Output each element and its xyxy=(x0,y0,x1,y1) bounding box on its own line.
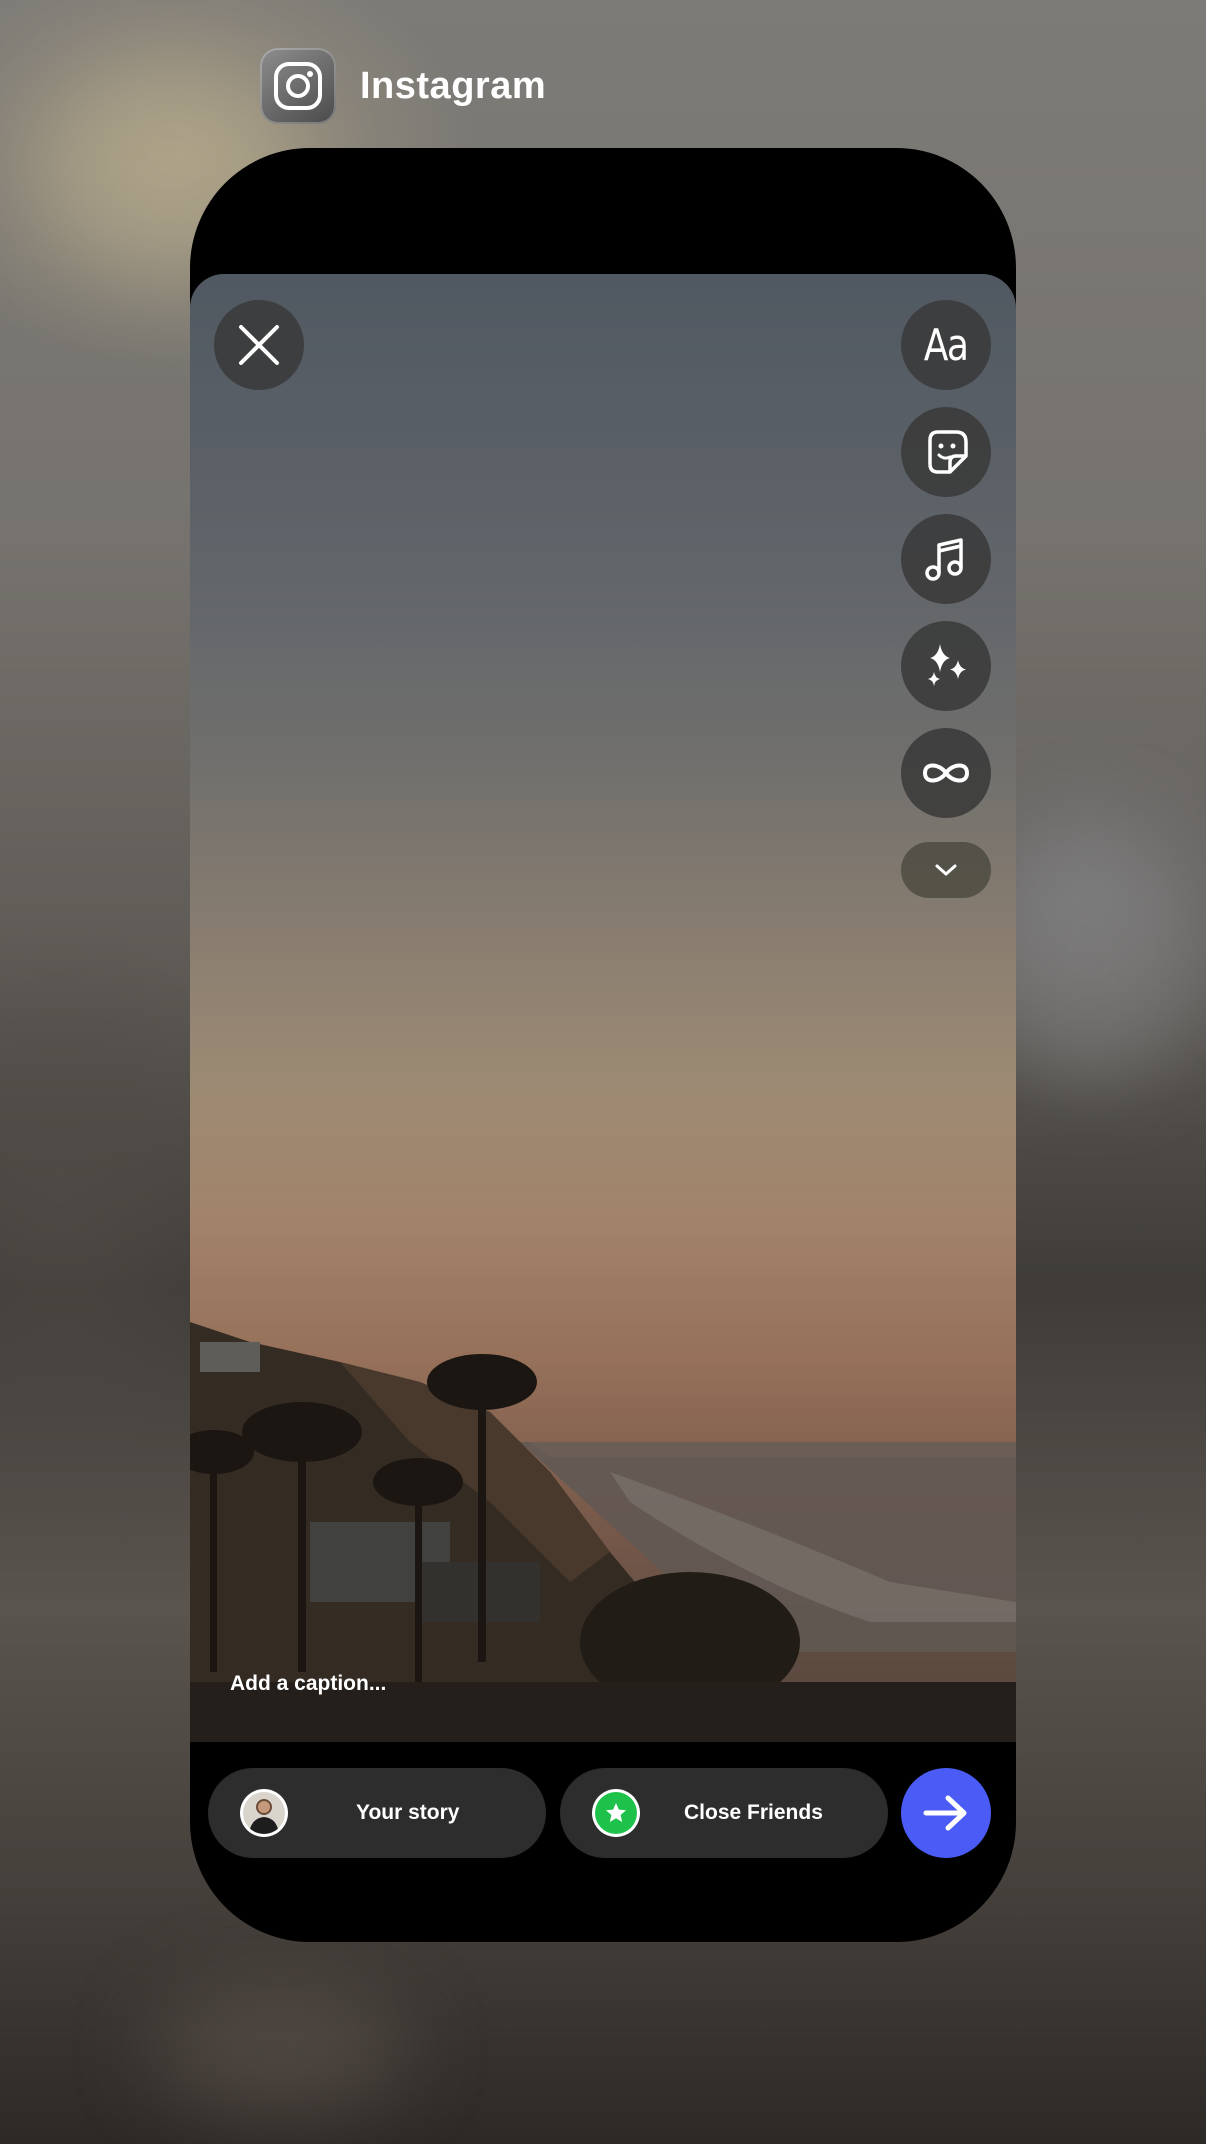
music-note-icon xyxy=(925,538,963,581)
close-friends-badge xyxy=(592,1789,640,1837)
your-story-button[interactable]: Your story xyxy=(208,1768,546,1858)
text-tool-button[interactable]: Aa xyxy=(901,300,991,390)
avatar xyxy=(240,1789,288,1837)
close-icon xyxy=(239,325,279,365)
photo-shade xyxy=(190,274,1016,1742)
infinity-icon xyxy=(922,763,970,783)
arrow-right-icon xyxy=(923,1795,967,1831)
sparkles-icon xyxy=(928,644,966,686)
star-icon xyxy=(606,1803,626,1822)
music-button[interactable] xyxy=(901,514,991,604)
app-switcher-header[interactable]: Instagram xyxy=(260,48,546,124)
close-button[interactable] xyxy=(214,300,304,390)
app-name: Instagram xyxy=(360,64,547,107)
text-tool-icon: Aa xyxy=(924,319,969,371)
chevron-down-icon xyxy=(935,864,957,876)
sticker-button[interactable] xyxy=(901,407,991,497)
share-bar: Your story Close Friends xyxy=(190,1768,1016,1858)
instagram-camera-icon xyxy=(260,48,336,124)
story-photo: Aa Add a caption... xyxy=(190,274,1016,1742)
close-friends-button[interactable]: Close Friends xyxy=(560,1768,888,1858)
background-blur xyxy=(150,1980,410,2120)
close-friends-label: Close Friends xyxy=(684,1801,823,1824)
effects-button[interactable] xyxy=(901,621,991,711)
caption-input[interactable]: Add a caption... xyxy=(230,1672,386,1696)
app-card-preview[interactable]: Aa Add a caption... Your story Close Fri… xyxy=(190,148,1016,1942)
send-button[interactable] xyxy=(901,1768,991,1858)
boomerang-button[interactable] xyxy=(901,728,991,818)
sticker-icon xyxy=(928,430,968,474)
more-tools-button[interactable] xyxy=(901,842,991,898)
your-story-label: Your story xyxy=(356,1801,460,1824)
